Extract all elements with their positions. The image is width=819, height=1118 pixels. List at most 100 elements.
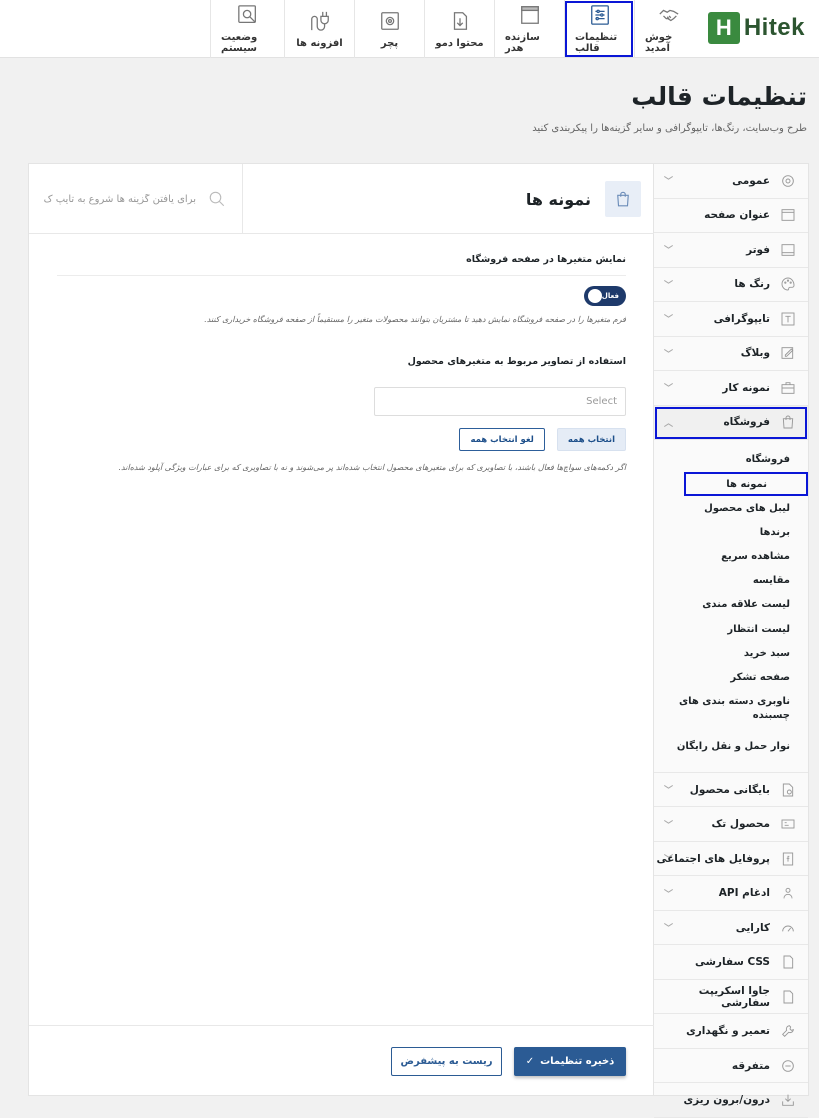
page-header: تنظیمات قالب طرح وب‌سایت، رنگ‌ها، تایپوگ… bbox=[532, 82, 807, 134]
sidebar-subitem[interactable]: صفحه تشکر bbox=[654, 666, 808, 690]
sidebar-subitem[interactable]: سبد خرید bbox=[654, 642, 808, 666]
chevron-icon: ︿ bbox=[664, 418, 674, 429]
sidebar-item[interactable]: کارایی ﹀ bbox=[654, 911, 808, 946]
page-title: تنظیمات قالب bbox=[631, 82, 807, 111]
settings-sidebar: عمومی ﹀ عنوان صفحه فوتر ﹀ رنگ ها ﹀ تایپوگرافی ﹀ و… bbox=[653, 164, 808, 1118]
sliders-icon bbox=[590, 5, 609, 25]
select-placeholder: Select bbox=[586, 396, 617, 407]
tab-welcome[interactable]: خوش آمدید bbox=[634, 0, 703, 58]
section-title-box: نمونه ها bbox=[242, 164, 654, 234]
sidebar-item[interactable]: وبلاگ ﹀ bbox=[654, 337, 808, 371]
tab-system-status[interactable]: وضعیت سیستم bbox=[210, 0, 284, 58]
check-icon: ✓ bbox=[525, 1056, 535, 1067]
sidebar-item[interactable]: محصول تک ﹀ bbox=[654, 807, 808, 842]
header-builder-icon bbox=[520, 6, 539, 24]
sidebar-item-label: فوتر bbox=[746, 243, 770, 256]
show-variations-toggle[interactable]: فعال bbox=[584, 286, 626, 306]
tab-patcher[interactable]: پچر bbox=[354, 0, 424, 58]
sidebar-subitem[interactable]: لیبل های محصول bbox=[654, 496, 808, 520]
sidebar-item-label: فروشگاه bbox=[723, 416, 770, 429]
show-variations-description: فرم متغیرها را در صفحه فروشگاه نمایش دهی… bbox=[204, 315, 626, 324]
section-content: نمایش متغیرها در صفحه فروشگاه فعال فرم م… bbox=[29, 234, 654, 472]
sidebar-subitem[interactable]: لیست انتظار bbox=[654, 617, 808, 641]
chevron-icon: ﹀ bbox=[664, 315, 674, 326]
tab-plugins-label: افزونه ها bbox=[296, 37, 343, 49]
show-variations-label: نمایش متغیرها در صفحه فروشگاه bbox=[57, 254, 626, 276]
sidebar-item[interactable]: فوتر ﹀ bbox=[654, 233, 808, 268]
sidebar-subitem[interactable]: مقایسه bbox=[654, 569, 808, 593]
sidebar-item-label: پروفایل های اجتماعی bbox=[656, 852, 770, 865]
chevron-icon: ﹀ bbox=[664, 246, 674, 257]
variation-images-select[interactable]: Select bbox=[374, 387, 626, 416]
section-title: نمونه ها bbox=[525, 189, 591, 209]
sidebar-item[interactable]: تعمیر و نگهداری bbox=[654, 1014, 808, 1049]
sidebar-item[interactable]: پروفایل های اجتماعی ﹀ bbox=[654, 842, 808, 877]
select-all-button[interactable]: انتخاب همه bbox=[556, 428, 626, 451]
sidebar-item-label: تایپوگرافی bbox=[713, 312, 770, 325]
sidebar-item[interactable]: ادغام API ﹀ bbox=[654, 876, 808, 911]
tab-header-builder[interactable]: سازنده هدر bbox=[494, 0, 564, 58]
sidebar-subitem[interactable]: نوار حمل و نقل رایگان bbox=[654, 728, 808, 766]
hitek-logo[interactable]: H Hitek bbox=[707, 12, 805, 44]
sidebar-item[interactable]: جاوا اسکریپت سفارشی bbox=[654, 980, 808, 1015]
top-nav-tabs: خوش آمدید تنظیمات قالب سازنده هدر محتوا … bbox=[210, 0, 703, 58]
chevron-icon: ﹀ bbox=[664, 280, 674, 291]
sidebar-item[interactable]: عنوان صفحه bbox=[654, 199, 808, 233]
chevron-icon: ﹀ bbox=[664, 384, 674, 395]
deselect-all-button[interactable]: لغو انتخاب همه bbox=[459, 428, 545, 451]
save-settings-button[interactable]: ذخیره تنظیمات ✓ bbox=[514, 1047, 626, 1076]
tab-header-builder-label: سازنده هدر bbox=[505, 32, 540, 54]
sidebar-item-label: وبلاگ bbox=[740, 347, 770, 360]
sidebar-item-label: محصول تک bbox=[711, 818, 770, 831]
sidebar-item[interactable]: فروشگاه ︿ bbox=[654, 405, 808, 440]
sidebar-subitem[interactable]: مشاهده سریع bbox=[654, 545, 808, 569]
sidebar-subitem[interactable]: فروشگاه bbox=[654, 448, 808, 472]
sidebar-item[interactable]: درون/برون ریزی bbox=[654, 1083, 808, 1118]
sidebar-submenu: فروشگاه نمونه ها لیبل های محصول برندها مشاهد… bbox=[654, 440, 808, 773]
sidebar-item-label: ادغام API bbox=[718, 887, 770, 900]
sidebar-subitem[interactable]: نمونه ها bbox=[684, 472, 808, 497]
page-subtitle: طرح وب‌سایت، رنگ‌ها، تایپوگرافی و سایر گ… bbox=[532, 123, 807, 134]
section-header: نمونه ها برای یافتن گزینه ها شروع به تای… bbox=[29, 164, 654, 234]
search-input[interactable]: برای یافتن گزینه ها شروع به تایپ ک bbox=[44, 194, 196, 205]
top-navigation-bar: H Hitek خوش آمدید تنظیمات قالب سازنده هد… bbox=[0, 0, 819, 58]
download-icon bbox=[453, 11, 467, 30]
select-buttons: انتخاب همه لغو انتخاب همه bbox=[57, 428, 626, 451]
sidebar-item-label: CSS سفارشی bbox=[694, 956, 770, 969]
tab-demo-content-label: محتوا دمو bbox=[435, 37, 484, 49]
variation-images-description: اگر دکمه‌های سواچ‌ها فعال باشند، با تصاو… bbox=[118, 463, 626, 472]
sidebar-item[interactable]: عمومی ﹀ bbox=[654, 164, 808, 199]
sidebar-item-label: جاوا اسکریپت سفارشی bbox=[698, 984, 770, 1009]
tab-welcome-label: خوش آمدید bbox=[645, 32, 673, 54]
tab-theme-settings[interactable]: تنظیمات قالب bbox=[564, 0, 634, 58]
chevron-icon: ﹀ bbox=[664, 177, 674, 188]
tab-demo-content[interactable]: محتوا دمو bbox=[424, 0, 494, 58]
chevron-icon: ﹀ bbox=[664, 786, 674, 797]
chevron-icon: ﹀ bbox=[664, 349, 674, 360]
sidebar-item-label: عنوان صفحه bbox=[704, 209, 770, 222]
sidebar-item-label: نمونه کار bbox=[722, 381, 770, 394]
chevron-icon: ﹀ bbox=[664, 820, 674, 831]
sidebar-item[interactable]: CSS سفارشی bbox=[654, 945, 808, 980]
sidebar-subitem[interactable]: لیست علاقه مندی bbox=[654, 593, 808, 617]
sidebar-item[interactable]: نمونه کار ﹀ bbox=[654, 371, 808, 406]
sidebar-item[interactable]: تایپوگرافی ﹀ bbox=[654, 302, 808, 337]
logo-mark: H bbox=[707, 12, 740, 44]
sidebar-item[interactable]: رنگ ها ﹀ bbox=[654, 268, 808, 302]
sidebar-subitem[interactable]: ناوبری دسته بندی های چسبنده bbox=[654, 690, 808, 728]
settings-main: نمونه ها برای یافتن گزینه ها شروع به تای… bbox=[29, 164, 654, 1095]
reset-defaults-button[interactable]: ریست به پیشفرض bbox=[391, 1047, 502, 1076]
plug-icon bbox=[310, 11, 329, 31]
logo-text: Hitek bbox=[743, 14, 805, 41]
sidebar-item-label: تعمیر و نگهداری bbox=[686, 1025, 770, 1038]
options-search[interactable]: برای یافتن گزینه ها شروع به تایپ ک bbox=[29, 164, 240, 234]
search-icon bbox=[209, 191, 225, 207]
system-status-icon bbox=[237, 5, 256, 23]
sidebar-item[interactable]: بایگانی محصول ﹀ bbox=[654, 773, 808, 808]
sidebar-subitem[interactable]: برندها bbox=[654, 521, 808, 545]
handshake-icon bbox=[659, 9, 679, 22]
settings-footer: ذخیره تنظیمات ✓ ریست به پیشفرض bbox=[29, 1025, 654, 1095]
tab-plugins[interactable]: افزونه ها bbox=[284, 0, 354, 58]
sidebar-item[interactable]: متفرقه bbox=[654, 1049, 808, 1084]
chevron-icon: ﹀ bbox=[664, 855, 674, 866]
